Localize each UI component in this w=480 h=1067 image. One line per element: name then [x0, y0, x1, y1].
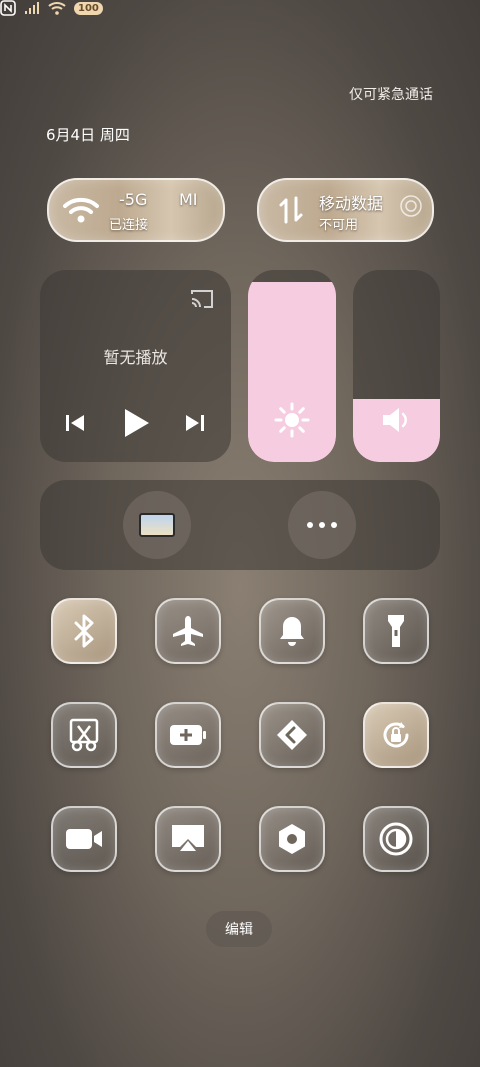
rotation-lock-tile[interactable] [363, 702, 429, 768]
volume-slider[interactable] [353, 270, 440, 462]
previous-icon[interactable] [64, 412, 86, 434]
wifi-name-extra: MI [179, 190, 198, 209]
date-text: 6月4日 周四 [46, 126, 130, 144]
nfc-icon [0, 0, 16, 16]
wallet-button[interactable] [123, 491, 191, 559]
video-camera-icon [66, 829, 102, 849]
shortcut-row [40, 480, 440, 570]
wifi-name: -5G [119, 190, 148, 209]
flashlight-tile[interactable] [363, 598, 429, 664]
nearby-share-icon [277, 720, 307, 750]
mobile-data-status: 不可用 [319, 218, 359, 233]
more-icon [307, 522, 337, 528]
media-card: 暂无播放 [40, 270, 231, 462]
screen-cast-icon [172, 825, 204, 851]
flashlight-icon [388, 615, 404, 647]
wifi-tile[interactable]: -5G MI 已连接 [47, 178, 225, 242]
dark-mode-tile[interactable] [363, 806, 429, 872]
ring-tile[interactable] [259, 598, 325, 664]
mobile-data-tile[interactable]: 移动数据 不可用 [257, 178, 434, 242]
bluetooth-icon [74, 614, 94, 648]
rotation-lock-icon [383, 722, 409, 748]
nearby-share-tile[interactable] [259, 702, 325, 768]
screenshot-icon [69, 718, 99, 752]
card-icon [139, 513, 175, 537]
sun-icon [274, 402, 310, 438]
more-button[interactable] [288, 491, 356, 559]
mobile-data-title: 移动数据 [319, 194, 384, 213]
play-icon[interactable] [122, 407, 150, 439]
battery-saver-tile[interactable] [155, 702, 221, 768]
next-icon[interactable] [184, 412, 206, 434]
screen-cast-tile[interactable] [155, 806, 221, 872]
battery-badge: 100 [74, 1, 103, 15]
status-icons: 100 [0, 0, 480, 16]
signal-icon [25, 2, 39, 14]
speaker-icon [383, 408, 407, 432]
battery-saver-icon [170, 725, 206, 745]
airplane-icon [173, 616, 203, 646]
sim-icon [400, 195, 422, 217]
emergency-call-text: 仅可紧急通话 [349, 87, 433, 103]
mobile-data-icon [279, 196, 303, 224]
airplane-tile[interactable] [155, 598, 221, 664]
settings-tile[interactable] [259, 806, 325, 872]
wifi-status: 已连接 [109, 218, 149, 233]
edit-button[interactable]: 编辑 [206, 911, 272, 947]
settings-icon [279, 824, 305, 854]
brightness-slider[interactable] [248, 270, 336, 462]
wifi-icon [63, 197, 99, 223]
media-empty-text: 暂无播放 [103, 348, 168, 367]
bluetooth-tile[interactable] [51, 598, 117, 664]
cast-icon[interactable] [190, 288, 214, 310]
video-tile[interactable] [51, 806, 117, 872]
screenshot-tile[interactable] [51, 702, 117, 768]
wifi-status-icon [48, 2, 66, 15]
dark-mode-icon [379, 822, 413, 856]
bell-icon [280, 617, 304, 646]
